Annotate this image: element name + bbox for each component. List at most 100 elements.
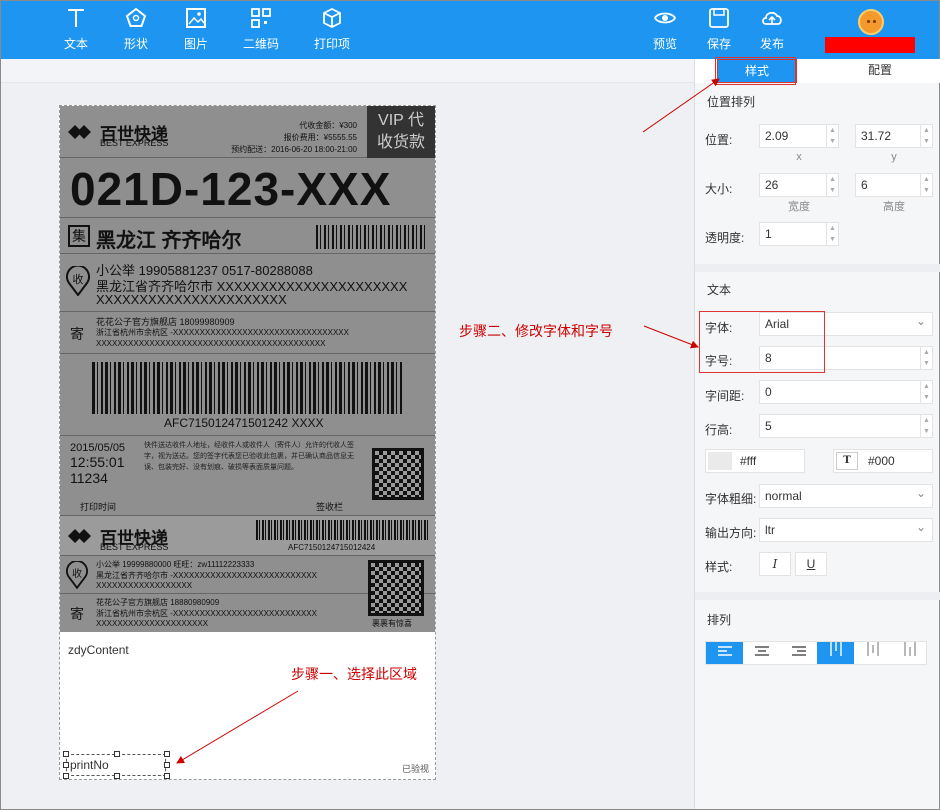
image-icon: [186, 8, 206, 28]
text-tool-label: 文本: [63, 37, 88, 51]
main-barcode-section: AFC715012471501242 XXXX: [60, 354, 435, 436]
print-item-tool-button[interactable]: 打印项: [311, 7, 353, 52]
line-height-value: 5: [765, 419, 772, 433]
background-color-input[interactable]: #fff: [705, 449, 805, 473]
font-weight-value: normal: [765, 489, 802, 503]
properties-panel: 样式 配置 位置排列 位置: 2.09 ▲ ▼ x 31.72 ▲ ▼ y 大小: 26…: [694, 59, 940, 809]
width-stepper[interactable]: ▲ ▼: [826, 174, 838, 196]
style-label: 样式:: [705, 560, 733, 574]
receiver-pin-icon: 收: [66, 266, 90, 296]
image-tool-button[interactable]: 图片: [179, 7, 213, 52]
letter-spacing-input[interactable]: 0 ▲ ▼: [759, 380, 933, 404]
y-stepper[interactable]: ▲ ▼: [920, 125, 932, 147]
y-input[interactable]: 31.72 ▲ ▼: [855, 124, 933, 148]
section-divider: [695, 264, 940, 272]
text-color-input[interactable]: T #000: [833, 449, 933, 473]
svg-text:收: 收: [72, 567, 82, 580]
shape-tool-button[interactable]: 形状: [119, 7, 153, 52]
barcode-number: AFC715012471501242 XXXX: [164, 416, 324, 430]
user-avatar[interactable]: [858, 9, 884, 35]
resize-handle-tl[interactable]: [63, 751, 69, 757]
width-value: 26: [765, 178, 779, 192]
align-center-icon: [754, 646, 769, 656]
align-right-button[interactable]: [780, 642, 817, 664]
text-color-icon[interactable]: T: [836, 452, 858, 470]
upload-cloud-icon: [762, 11, 782, 25]
letter-spacing-value: 0: [765, 385, 772, 399]
x-stepper[interactable]: ▲ ▼: [826, 125, 838, 147]
valign-top-button[interactable]: [817, 642, 854, 664]
fee-line-1: 代收金额：¥300: [299, 121, 357, 130]
annotation-step-1: 步骤一、选择此区域: [291, 666, 417, 682]
align-left-icon: [717, 646, 732, 656]
save-button[interactable]: 保存: [705, 7, 733, 52]
tab-config[interactable]: 配置: [835, 59, 925, 83]
ji-badge: 集: [68, 225, 90, 247]
letter-spacing-stepper[interactable]: ▲ ▼: [920, 381, 932, 403]
print-date: 2015/05/05: [70, 442, 126, 454]
font-weight-select[interactable]: normal: [759, 482, 933, 508]
opacity-stepper[interactable]: ▲ ▼: [826, 223, 838, 245]
verified-text: 已验视: [402, 764, 430, 774]
italic-button[interactable]: I: [759, 552, 791, 576]
fee-line-2: 报价费用：¥5555.55: [283, 133, 357, 142]
x-input[interactable]: 2.09 ▲ ▼: [759, 124, 839, 148]
resize-handle-b[interactable]: [114, 773, 120, 779]
section-divider-2: [695, 592, 940, 600]
stub-barcode-number: AFC7150124715012424: [288, 543, 376, 552]
route-code: 021D-123-XXX: [70, 163, 392, 215]
position-section-title: 位置排列: [707, 95, 756, 109]
direction-value: ltr: [765, 523, 775, 537]
line-height-input[interactable]: 5 ▲ ▼: [759, 414, 933, 438]
background-color-swatch[interactable]: [708, 452, 732, 470]
stub-ji-badge: 寄: [70, 606, 84, 622]
qrcode-tool-label: 二维码: [242, 37, 279, 51]
stub-qrcode-image: [368, 560, 424, 616]
font-size-stepper[interactable]: ▲ ▼: [920, 347, 932, 369]
resize-handle-br[interactable]: [164, 773, 170, 779]
resize-handle-tr[interactable]: [164, 751, 170, 757]
publish-button[interactable]: 发布: [758, 7, 786, 52]
qrcode-tool-button[interactable]: 二维码: [241, 7, 281, 52]
label-header: 百世快递 BEST EXPRESS 代收金额：¥300 报价费用：¥5555.5…: [60, 106, 435, 158]
resize-handle-bl[interactable]: [63, 773, 69, 779]
height-input[interactable]: 6 ▲ ▼: [855, 173, 933, 197]
height-sublabel: 高度: [883, 201, 905, 213]
stub-sender-addr-1: 浙江省杭州市余杭区 -XXXXXXXXXXXXXXXXXXXXXXXXXXX: [96, 609, 317, 618]
resize-handle-l[interactable]: [63, 762, 69, 768]
x-sublabel: x: [796, 151, 802, 163]
fee-line-3: 预约配送：2016-06-20 18:00-21:00: [231, 145, 357, 154]
stub-barcode: [256, 520, 428, 540]
receiver-address-2: XXXXXXXXXXXXXXXXXXXXXX: [96, 292, 287, 307]
canvas-ruler: [1, 59, 694, 83]
stub-receiver-pin-icon: 收: [66, 561, 88, 589]
custom-content-field[interactable]: zdyContent: [68, 643, 129, 657]
resize-handle-r[interactable]: [164, 762, 170, 768]
position-label: 位置:: [705, 133, 733, 147]
resize-handle-t[interactable]: [114, 751, 120, 757]
surprise-text: 裹裹有惊喜: [372, 619, 412, 628]
align-right-icon: [791, 646, 806, 656]
valign-middle-icon: [866, 642, 879, 656]
direction-select[interactable]: ltr: [759, 516, 933, 542]
align-center-button[interactable]: [743, 642, 780, 664]
valign-bottom-button[interactable]: [891, 642, 928, 664]
eye-icon: [654, 12, 676, 24]
print-number: 11234: [70, 470, 108, 486]
underline-button[interactable]: U: [795, 552, 827, 576]
text-tool-button[interactable]: 文本: [59, 7, 93, 52]
align-left-button[interactable]: [706, 642, 743, 664]
small-barcode: [316, 225, 428, 249]
route-code-section: 021D-123-XXX: [60, 158, 435, 218]
destination-city: 黑龙江 齐齐哈尔: [96, 230, 242, 252]
image-tool-label: 图片: [183, 37, 208, 51]
sender-section: 寄 花花公子官方旗舰店 18099980909 浙江省杭州市余杭区 -XXXXX…: [60, 312, 435, 354]
redacted-username: [825, 37, 915, 53]
preview-button[interactable]: 预览: [651, 7, 679, 52]
width-input[interactable]: 26 ▲ ▼: [759, 173, 839, 197]
printno-field-selected[interactable]: printNo: [63, 751, 170, 779]
opacity-input[interactable]: 1 ▲ ▼: [759, 222, 839, 246]
height-stepper[interactable]: ▲ ▼: [920, 174, 932, 196]
line-height-stepper[interactable]: ▲ ▼: [920, 415, 932, 437]
valign-middle-button[interactable]: [854, 642, 891, 664]
